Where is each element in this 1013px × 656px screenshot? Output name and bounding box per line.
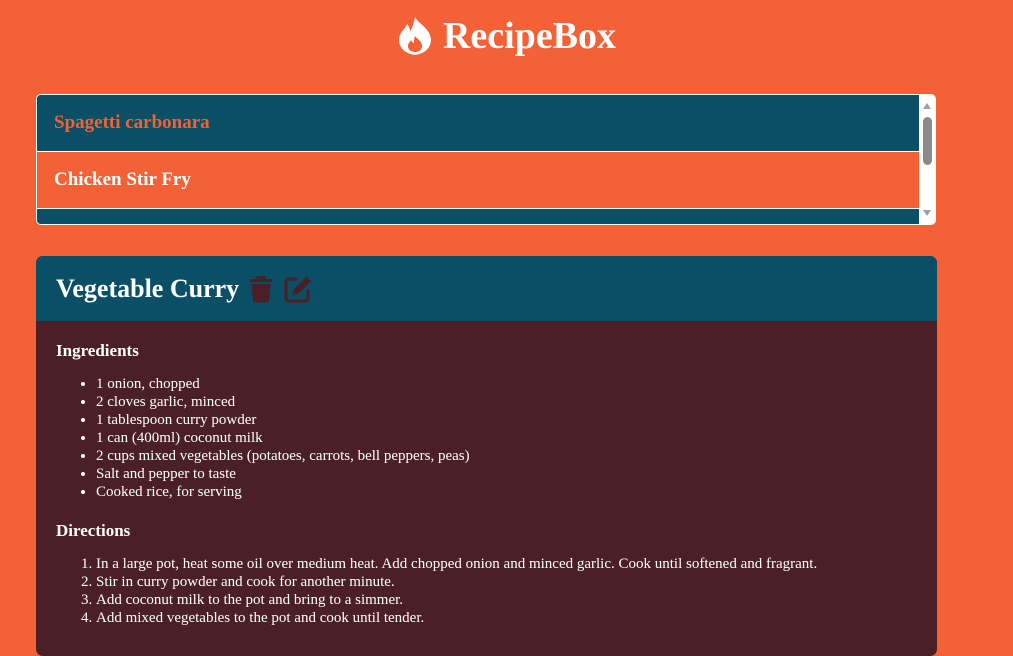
edit-icon[interactable] <box>283 274 313 304</box>
recipe-list-scrollbar[interactable] <box>919 95 935 224</box>
recipe-card-body: Ingredients 1 onion, chopped 2 cloves ga… <box>36 321 937 627</box>
app-header: RecipeBox <box>0 12 1013 60</box>
direction-step: Add coconut milk to the pot and bring to… <box>96 591 917 609</box>
ingredient-item: 2 cups mixed vegetables (potatoes, carro… <box>96 447 917 465</box>
flame-icon <box>397 16 433 56</box>
recipe-title: Vegetable Curry <box>56 273 240 303</box>
directions-heading: Directions <box>56 521 131 540</box>
direction-step: Add mixed vegetables to the pot and cook… <box>96 609 917 627</box>
direction-step: Stir in curry powder and cook for anothe… <box>96 573 917 591</box>
recipe-detail-card: Vegetable Curry Ingredients 1 onion, cho… <box>36 256 937 656</box>
ingredient-item: Cooked rice, for serving <box>96 483 917 501</box>
recipe-list-items: Spagetti carbonara Chicken Stir Fry <box>37 95 921 224</box>
ingredient-item: 1 can (400ml) coconut milk <box>96 429 917 447</box>
recipe-list-item-label: Spagetti carbonara <box>54 112 210 133</box>
ingredient-item: 1 onion, chopped <box>96 375 917 393</box>
ingredients-heading: Ingredients <box>56 341 139 360</box>
recipe-list[interactable]: Spagetti carbonara Chicken Stir Fry <box>36 94 936 225</box>
recipe-card-header: Vegetable Curry <box>36 256 937 321</box>
directions-list: In a large pot, heat some oil over mediu… <box>56 555 917 627</box>
ingredients-list: 1 onion, chopped 2 cloves garlic, minced… <box>56 375 917 501</box>
recipe-list-item-chicken-stir-fry[interactable]: Chicken Stir Fry <box>37 152 921 209</box>
recipe-list-item-spagetti-carbonara[interactable]: Spagetti carbonara <box>37 95 921 152</box>
ingredient-item: 1 tablespoon curry powder <box>96 411 917 429</box>
ingredient-item: 2 cloves garlic, minced <box>96 393 917 411</box>
scroll-thumb[interactable] <box>923 117 932 165</box>
recipe-list-item-label: Chicken Stir Fry <box>54 169 191 190</box>
ingredient-item: Salt and pepper to taste <box>96 465 917 483</box>
trash-icon[interactable] <box>249 275 273 303</box>
scroll-up-arrow-icon[interactable] <box>923 103 931 109</box>
scroll-down-arrow-icon[interactable] <box>923 210 931 216</box>
direction-step: In a large pot, heat some oil over mediu… <box>96 555 917 573</box>
recipe-list-item-partial[interactable] <box>37 209 921 224</box>
app-title: RecipeBox <box>442 15 617 57</box>
